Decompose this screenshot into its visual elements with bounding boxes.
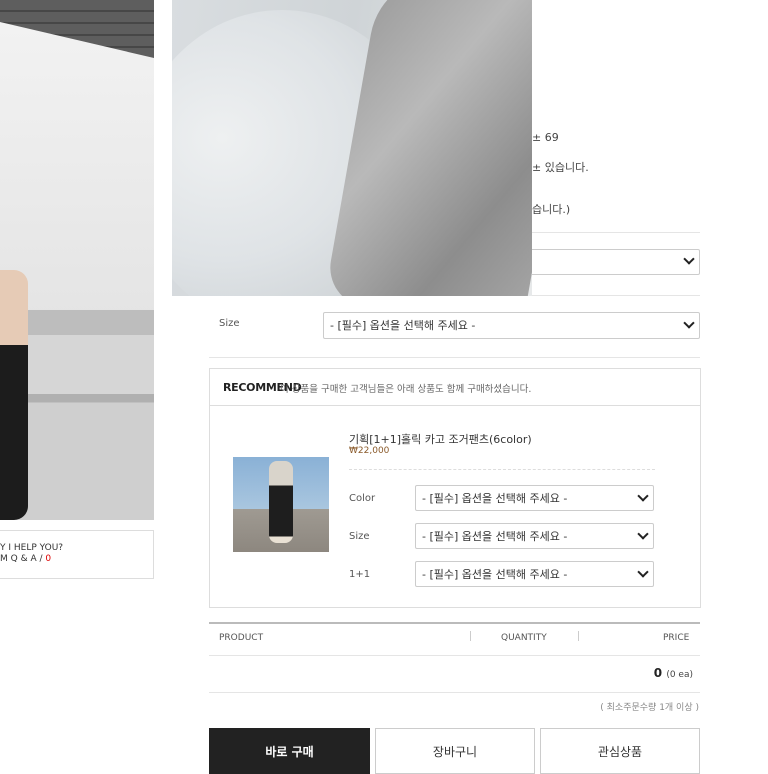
info-text-2: ± 있습니다. [532,161,589,174]
min-order-note: ( 최소주문수량 1개 이상 ) [600,703,699,713]
divider [209,357,700,358]
total-quantity: (0 ea) [666,670,693,680]
buy-now-button[interactable]: 바로 구매 [209,728,370,774]
rec-bundle-select[interactable]: - [필수] 옵션을 선택해 주세요 - [415,561,654,587]
zoom-detail-image [172,0,532,296]
qa-count: 0 [45,554,52,564]
add-to-cart-button[interactable]: 장바구니 [375,728,535,774]
rec-bundle-label: 1+1 [349,569,371,580]
total-amount: 0 [653,666,663,680]
recommend-product-image[interactable] [233,457,329,552]
rec-color-select[interactable]: - [필수] 옵션을 선택해 주세요 - [415,485,654,511]
rec-size-label: Size [349,531,370,542]
col-separator [578,631,579,641]
rec-color-label: Color [349,493,376,504]
info-text-3: 습니다.) [532,203,571,216]
col-quantity: QUANTITY [501,633,547,643]
col-price: PRICE [663,633,690,643]
help-box[interactable]: Y I HELP YOU? M Q & A / 0 [0,530,154,579]
recommend-box: RECOMMEND 이 상품을 구매한 고객님들은 아래 상품도 함께 구매하셨… [209,368,701,608]
rec-size-select[interactable]: - [필수] 옵션을 선택해 주세요 - [415,523,654,549]
recommend-description: 이 상품을 구매한 고객님들은 아래 상품도 함께 구매하셨습니다. [280,384,532,395]
qa-link[interactable]: M Q & A / 0 [0,554,153,565]
info-text-1: ± 69 [532,131,559,144]
col-product: PRODUCT [219,633,264,643]
qa-label: M Q & A / [0,554,43,564]
size-label: Size [219,318,240,329]
col-separator [470,631,471,641]
help-title: Y I HELP YOU? [0,543,64,553]
recommend-product-price: ₩22,000 [349,446,390,456]
total-price: 0 (0 ea) [654,666,693,680]
divider [209,655,700,656]
recommend-product-name[interactable]: 기획[1+1]홀릭 카고 조거팬츠(6color) [349,431,532,447]
divider [349,469,655,470]
recommend-header: RECOMMEND 이 상품을 구매한 고객님들은 아래 상품도 함께 구매하셨… [210,369,700,406]
main-product-image [0,0,154,520]
wishlist-button[interactable]: 관심상품 [540,728,700,774]
table-top-border [209,622,700,624]
size-select[interactable]: - [필수] 옵션을 선택해 주세요 - [323,312,700,339]
divider [209,692,700,693]
